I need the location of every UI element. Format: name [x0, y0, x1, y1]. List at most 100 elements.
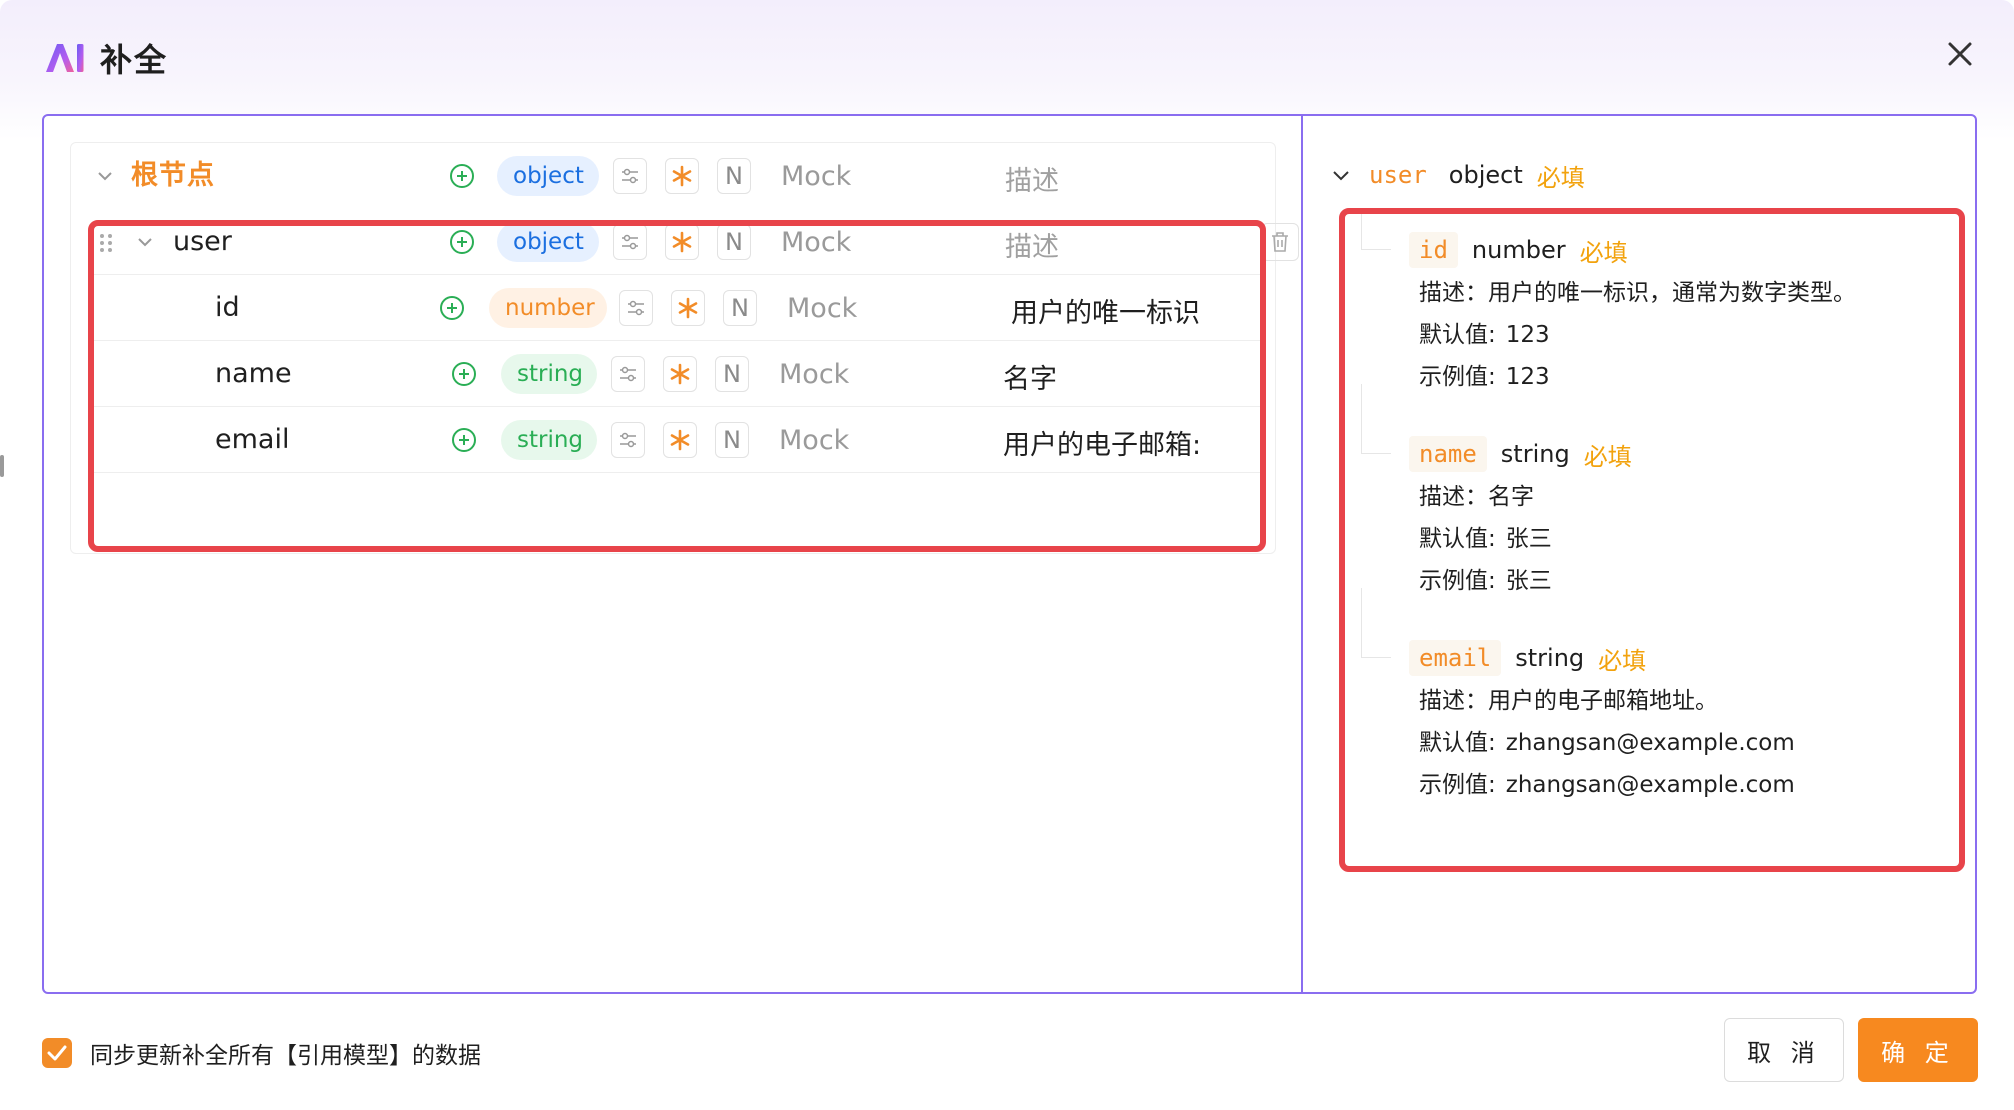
field-type: string — [1515, 644, 1585, 672]
add-child-icon[interactable] — [451, 361, 477, 387]
field-type: number — [1471, 236, 1566, 264]
sliders-icon — [620, 366, 636, 382]
tree-connector — [1361, 384, 1391, 454]
schema-editor-pane: 根节点 object N Mock 描述 user object N Mock … — [44, 116, 1301, 992]
nullable-toggle[interactable]: N — [715, 422, 749, 458]
table-row: email string N Mock 用户的电子邮箱: — [71, 407, 1275, 473]
root-key: user — [1369, 161, 1427, 189]
settings-button[interactable] — [611, 422, 645, 458]
type-tag[interactable]: number — [489, 288, 607, 328]
field-type: string — [1500, 440, 1570, 468]
settings-button[interactable] — [613, 224, 647, 260]
type-tag[interactable]: string — [501, 354, 597, 394]
nullable-toggle[interactable]: N — [715, 356, 749, 392]
delete-button[interactable] — [1261, 223, 1299, 261]
description-input[interactable]: 用户的电子邮箱: — [1003, 423, 1201, 462]
field-description: 描述：用户的唯一标识，通常为数字类型。 — [1419, 280, 1856, 306]
sync-checkbox-row[interactable]: 同步更新补全所有【引用模型】的数据 — [42, 1036, 481, 1070]
table-row: 根节点 object N Mock 描述 — [71, 143, 1275, 209]
dialog-title: 补全 — [100, 41, 169, 79]
checkmark-icon — [47, 1045, 67, 1061]
sync-checkbox[interactable] — [42, 1038, 72, 1068]
tree-connector — [1361, 588, 1391, 658]
field-example: 示例值: 123 — [1419, 364, 1550, 390]
table-row: id number N Mock 用户的唯一标识 — [71, 275, 1275, 341]
field-key: id — [1409, 232, 1458, 268]
chevron-down-icon[interactable] — [133, 230, 157, 254]
confirm-button[interactable]: 确 定 — [1858, 1018, 1978, 1082]
settings-button[interactable] — [613, 158, 647, 194]
preview-field: id number 必填 描述：用户的唯一标识，通常为数字类型。 默认值: 123… — [1347, 208, 1907, 398]
table-row: name string N Mock 名字 — [71, 341, 1275, 407]
field-name: email — [215, 424, 290, 455]
field-name: user — [173, 226, 232, 257]
root-type: object — [1448, 161, 1523, 189]
required-label: 必填 — [1536, 163, 1585, 192]
settings-button[interactable] — [611, 356, 645, 392]
tree-connector — [1361, 208, 1391, 250]
edge-indicator — [0, 455, 4, 477]
mock-input[interactable]: Mock — [781, 161, 851, 192]
drag-handle-icon[interactable] — [99, 233, 113, 253]
field-key: email — [1409, 640, 1502, 676]
type-tag[interactable]: string — [501, 420, 597, 460]
description-input[interactable]: 描述 — [1005, 225, 1059, 264]
required-toggle[interactable] — [665, 224, 699, 260]
description-input[interactable]: 名字 — [1003, 357, 1057, 396]
required-label: 必填 — [1583, 442, 1632, 471]
cancel-button[interactable]: 取 消 — [1724, 1018, 1844, 1082]
field-header: email string 必填 — [1347, 588, 1907, 680]
required-toggle[interactable] — [671, 290, 705, 326]
mock-input[interactable]: Mock — [779, 359, 849, 390]
dialog-header: 补全 — [44, 36, 168, 80]
required-toggle[interactable] — [665, 158, 699, 194]
schema-preview-pane: user object 必填 id number 必填 描述：用户的唯一标识，通… — [1303, 116, 1975, 992]
type-tag[interactable]: object — [497, 156, 599, 196]
asterisk-icon — [678, 297, 698, 319]
sync-label: 同步更新补全所有【引用模型】的数据 — [90, 1043, 481, 1069]
settings-button[interactable] — [619, 290, 653, 326]
field-default: 默认值: 123 — [1419, 322, 1550, 348]
completion-dialog: 补全 根节点 object N Mock 描述 user object N Mo… — [0, 0, 2014, 1110]
asterisk-icon — [672, 231, 692, 253]
type-tag[interactable]: object — [497, 222, 599, 262]
asterisk-icon — [670, 429, 690, 451]
preview-field: email string 必填 描述：用户的电子邮箱地址。 默认值: zhangs… — [1347, 588, 1907, 806]
field-name: 根节点 — [131, 160, 215, 191]
add-child-icon[interactable] — [449, 229, 475, 255]
field-header: id number 必填 — [1347, 208, 1907, 272]
add-child-icon[interactable] — [451, 427, 477, 453]
add-child-icon[interactable] — [449, 163, 475, 189]
required-toggle[interactable] — [663, 422, 697, 458]
nullable-toggle[interactable]: N — [717, 158, 751, 194]
close-icon[interactable] — [1942, 36, 1978, 72]
chevron-down-icon[interactable] — [93, 164, 117, 188]
required-toggle[interactable] — [663, 356, 697, 392]
nullable-toggle[interactable]: N — [717, 224, 751, 260]
field-name: name — [215, 358, 292, 389]
description-input[interactable]: 描述 — [1005, 159, 1059, 198]
mock-input[interactable]: Mock — [781, 227, 851, 258]
field-description: 描述：名字 — [1419, 484, 1534, 510]
asterisk-icon — [672, 165, 692, 187]
add-child-icon[interactable] — [439, 295, 465, 321]
preview-root: user object 必填 — [1329, 158, 1585, 192]
field-example: 示例值: zhangsan@example.com — [1419, 772, 1795, 798]
chevron-down-icon[interactable] — [1329, 163, 1353, 187]
field-header: name string 必填 — [1347, 384, 1907, 476]
sliders-icon — [622, 234, 638, 250]
mock-input[interactable]: Mock — [779, 425, 849, 456]
field-default: 默认值: 张三 — [1419, 526, 1552, 552]
field-example: 示例值: 张三 — [1419, 568, 1552, 594]
sliders-icon — [622, 168, 638, 184]
asterisk-icon — [670, 363, 690, 385]
required-label: 必填 — [1598, 646, 1647, 675]
description-input[interactable]: 用户的唯一标识 — [1011, 291, 1200, 330]
sliders-icon — [628, 300, 644, 316]
sliders-icon — [620, 432, 636, 448]
nullable-toggle[interactable]: N — [723, 290, 757, 326]
field-description: 描述：用户的电子邮箱地址。 — [1419, 688, 1718, 714]
mock-input[interactable]: Mock — [787, 293, 857, 324]
ai-logo-icon — [46, 44, 84, 72]
field-name: id — [215, 292, 240, 323]
